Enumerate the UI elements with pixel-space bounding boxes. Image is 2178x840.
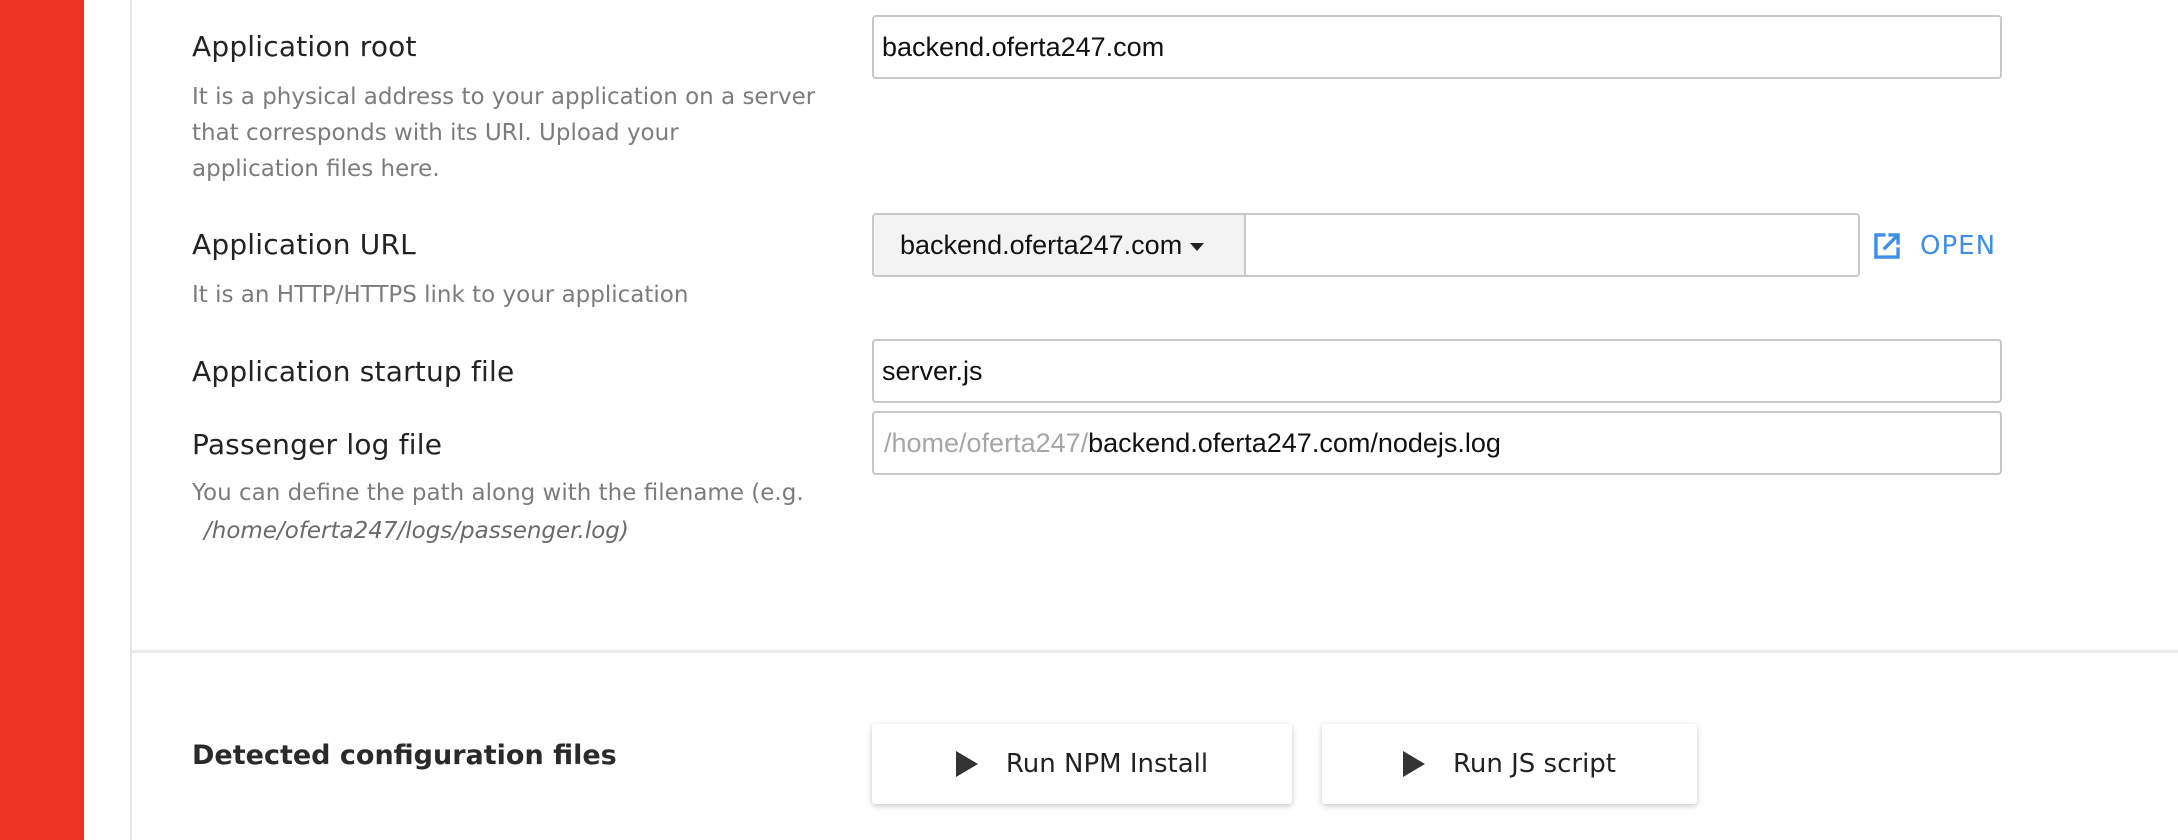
play-icon [1402,751,1425,777]
panel-border [130,0,132,840]
application-url-help: It is an HTTP/HTTPS link to your applica… [192,282,689,308]
open-link[interactable]: OPEN [1870,226,1996,266]
application-root-input[interactable]: backend.oferta247.com [872,15,2002,79]
application-root-value: backend.oferta247.com [882,31,1165,62]
caret-down-icon [1190,243,1205,251]
run-js-script-button[interactable]: Run JS script [1322,724,1697,804]
application-url-path-input[interactable] [1246,215,1858,275]
run-npm-install-button[interactable]: Run NPM Install [872,724,1292,804]
config-section-title: Detected configuration files [192,740,617,771]
application-root-label: Application root [192,30,417,63]
application-url-label: Application URL [192,228,416,261]
sidebar-strip [0,0,84,840]
play-icon [955,751,978,777]
passenger-log-help-line-1: You can define the path along with the f… [192,480,804,506]
domain-select-value: backend.oferta247.com [900,229,1183,260]
startup-file-value: server.js [882,355,983,386]
domain-select[interactable]: backend.oferta247.com [874,215,1246,275]
application-root-help-line-1: It is a physical address to your applica… [192,84,816,110]
external-link-icon [1874,233,1900,259]
open-link-label: OPEN [1920,231,1997,261]
startup-file-label: Application startup file [192,355,515,388]
section-divider [132,650,2178,653]
passenger-log-help: You can define the path along with the f… [192,475,804,549]
passenger-log-label: Passenger log file [192,428,443,461]
application-root-help-line-3: application files here. [192,156,440,182]
passenger-log-help-path: /home/oferta247/logs/passenger.log) [204,518,629,544]
startup-file-input[interactable]: server.js [872,339,2002,403]
application-root-help-line-2: that corresponds with its URI. Upload yo… [192,120,679,146]
passenger-log-value: backend.oferta247.com/nodejs.log [1088,427,1501,458]
application-root-help: It is a physical address to your applica… [192,79,815,187]
passenger-log-input[interactable]: /home/oferta247/backend.oferta247.com/no… [872,411,2002,475]
passenger-log-prefix: /home/oferta247/ [884,427,1089,458]
run-js-script-label: Run JS script [1452,749,1616,779]
run-npm-install-label: Run NPM Install [1005,749,1209,779]
application-url-group: backend.oferta247.com [872,213,1860,277]
